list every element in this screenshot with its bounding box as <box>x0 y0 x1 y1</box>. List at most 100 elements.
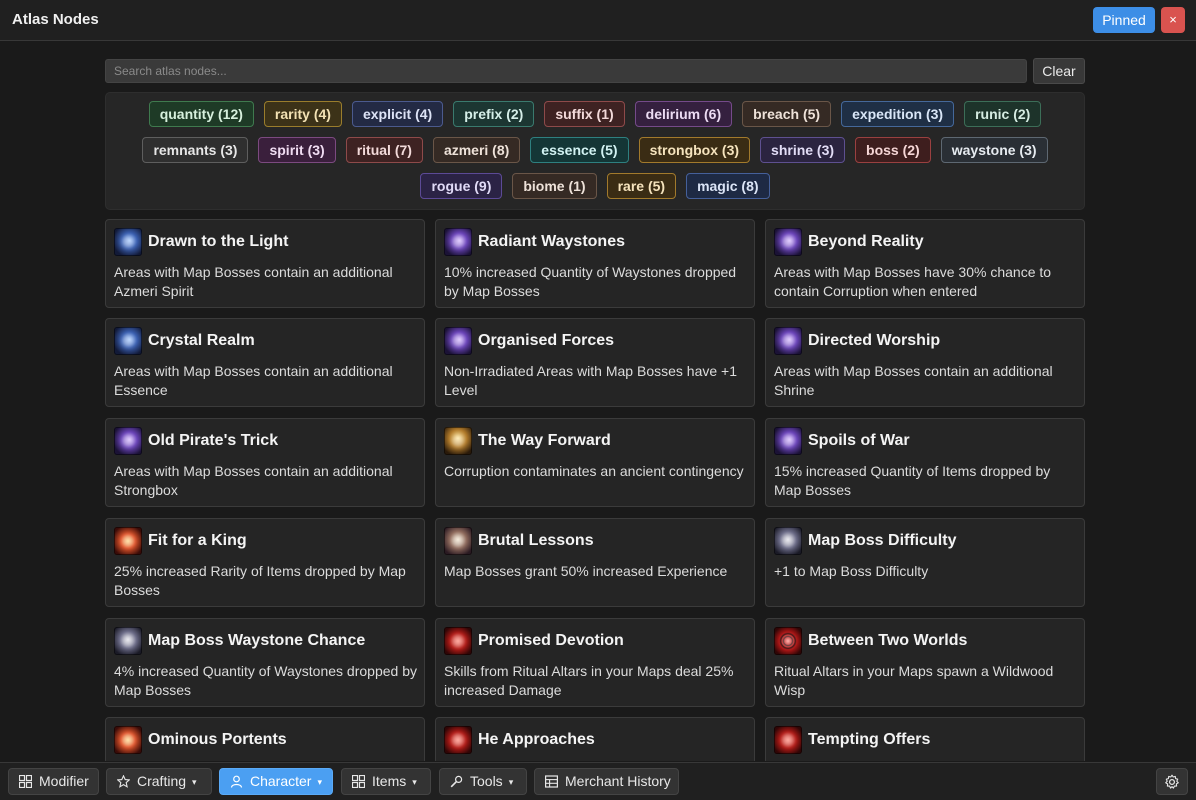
atlas-node-card[interactable]: He Approaches <box>435 717 755 761</box>
crystal-icon <box>114 327 142 355</box>
card-description: +1 to Map Boss Difficulty <box>774 563 929 579</box>
card-title: Map Boss Difficulty <box>808 532 957 549</box>
ritual-altar-icon <box>444 627 472 655</box>
atlas-node-card[interactable]: Tempting Offers <box>765 717 1085 761</box>
atlas-node-card[interactable]: Fit for a King 25% increased Rarity of I… <box>105 518 425 607</box>
tag-filter-panel: quantity (12) rarity (4) explicit (4) pr… <box>105 92 1085 210</box>
boss-difficulty-icon <box>774 527 802 555</box>
gold-path-icon <box>444 427 472 455</box>
star-icon <box>117 775 130 788</box>
card-title: The Way Forward <box>478 432 611 449</box>
chevron-down-icon: ▾ <box>317 777 322 787</box>
card-title: Fit for a King <box>148 532 247 549</box>
chevron-down-icon: ▾ <box>412 777 417 787</box>
tag-biome[interactable]: biome (1) <box>512 173 597 199</box>
atlas-node-card[interactable]: Beyond Reality Areas with Map Bosses hav… <box>765 219 1085 308</box>
tag-strongbox[interactable]: strongbox (3) <box>638 137 751 163</box>
card-title: Radiant Waystones <box>478 233 625 250</box>
card-description: 10% increased Quantity of Waystones drop… <box>444 264 737 299</box>
modifier-button[interactable]: Modifier <box>8 768 99 795</box>
bottom-nav: Modifier Crafting ▾ Character ▾ Items ▾ Too… <box>0 762 1196 800</box>
atlas-node-card[interactable]: Radiant Waystones 10% increased Quantity… <box>435 219 755 308</box>
grid-icon <box>19 775 32 788</box>
close-button[interactable]: × <box>1161 7 1185 33</box>
atlas-node-card[interactable]: Map Boss Difficulty +1 to Map Boss Diffi… <box>765 518 1085 607</box>
card-title: Map Boss Waystone Chance <box>148 632 366 649</box>
card-description: 15% increased Quantity of Items dropped … <box>774 463 1051 498</box>
character-label: Character <box>250 773 312 789</box>
tag-runic[interactable]: runic (2) <box>964 101 1042 127</box>
tag-quantity[interactable]: quantity (12) <box>148 101 254 127</box>
tag-rogue[interactable]: rogue (9) <box>420 173 503 199</box>
card-title: Old Pirate's Trick <box>148 432 279 449</box>
tools-button[interactable]: Tools ▾ <box>439 768 527 795</box>
crafting-button[interactable]: Crafting ▾ <box>106 768 212 795</box>
tag-essence[interactable]: essence (5) <box>530 137 629 163</box>
tag-rarity[interactable]: rarity (4) <box>263 101 342 127</box>
card-title: Organised Forces <box>478 332 615 349</box>
card-title: Spoils of War <box>808 432 910 449</box>
tag-delirium[interactable]: delirium (6) <box>634 101 733 127</box>
violet-waystone-icon <box>444 228 472 256</box>
atlas-node-card[interactable]: Map Boss Waystone Chance 4% increased Qu… <box>105 618 425 707</box>
tag-shrine[interactable]: shrine (3) <box>760 137 846 163</box>
atlas-node-card[interactable]: Crystal Realm Areas with Map Bosses cont… <box>105 318 425 407</box>
card-title: Crystal Realm <box>148 332 255 349</box>
tag-rare[interactable]: rare (5) <box>606 173 677 199</box>
atlas-node-card[interactable]: The Way Forward Corruption contaminates … <box>435 418 755 507</box>
crafting-label: Crafting <box>137 773 187 789</box>
tag-waystone[interactable]: waystone (3) <box>940 137 1048 163</box>
tag-explicit[interactable]: explicit (4) <box>351 101 444 127</box>
user-icon <box>230 775 243 788</box>
pinned-button[interactable]: Pinned <box>1093 7 1155 33</box>
atlas-node-card[interactable]: Organised Forces Non-Irradiated Areas wi… <box>435 318 755 407</box>
bone-icon <box>444 527 472 555</box>
spoils-icon <box>774 427 802 455</box>
violet-forces-icon <box>444 327 472 355</box>
tag-boss[interactable]: boss (2) <box>855 137 931 163</box>
tag-remnants[interactable]: remnants (3) <box>142 137 249 163</box>
atlas-node-grid: Drawn to the Light Areas with Map Bosses… <box>105 219 1085 761</box>
items-label: Items <box>372 773 407 789</box>
card-title: Directed Worship <box>808 332 941 349</box>
card-description: Non-Irradiated Areas with Map Bosses hav… <box>444 363 737 398</box>
tag-ritual[interactable]: ritual (7) <box>345 137 423 163</box>
atlas-node-card[interactable]: Between Two Worlds Ritual Altars in your… <box>765 618 1085 707</box>
merchant-history-button[interactable]: Merchant History <box>534 768 679 795</box>
card-description: Areas with Map Bosses contain an additio… <box>774 363 1053 398</box>
tag-prefix[interactable]: prefix (2) <box>453 101 535 127</box>
atlas-node-card[interactable]: Brutal Lessons Map Bosses grant 50% incr… <box>435 518 755 607</box>
atlas-node-card[interactable]: Drawn to the Light Areas with Map Bosses… <box>105 219 425 308</box>
clear-button[interactable]: Clear <box>1033 58 1085 84</box>
items-button[interactable]: Items ▾ <box>341 768 431 795</box>
atlas-node-card[interactable]: Old Pirate's Trick Areas with Map Bosses… <box>105 418 425 507</box>
card-title: He Approaches <box>478 731 595 748</box>
crown-fire-icon <box>114 527 142 555</box>
card-description: Corruption contaminates an ancient conti… <box>444 463 744 479</box>
card-title: Tempting Offers <box>808 731 931 748</box>
settings-button[interactable] <box>1156 768 1188 795</box>
card-description: Skills from Ritual Altars in your Maps d… <box>444 663 734 698</box>
card-description: Areas with Map Bosses have 30% chance to… <box>774 264 1052 299</box>
atlas-node-card[interactable]: Directed Worship Areas with Map Bosses c… <box>765 318 1085 407</box>
offer-icon <box>774 726 802 754</box>
card-title: Ominous Portents <box>148 731 287 748</box>
atlas-node-card[interactable]: Spoils of War 15% increased Quantity of … <box>765 418 1085 507</box>
tag-breach[interactable]: breach (5) <box>742 101 832 127</box>
card-title: Promised Devotion <box>478 632 624 649</box>
tools-label: Tools <box>470 773 503 789</box>
tag-expedition[interactable]: expedition (3) <box>841 101 955 127</box>
character-button[interactable]: Character ▾ <box>219 768 333 795</box>
card-description: 4% increased Quantity of Waystones dropp… <box>114 663 417 698</box>
tag-suffix[interactable]: suffix (1) <box>544 101 625 127</box>
chevron-down-icon: ▾ <box>508 777 514 787</box>
tag-azmeri[interactable]: azmeri (8) <box>432 137 521 163</box>
search-input[interactable]: Search atlas nodes... <box>105 59 1027 83</box>
title-bar: Atlas Nodes Pinned × <box>0 0 1196 41</box>
tag-magic[interactable]: magic (8) <box>686 173 770 199</box>
card-description: Ritual Altars in your Maps spawn a Wildw… <box>774 663 1054 698</box>
tag-spirit[interactable]: spirit (3) <box>258 137 336 163</box>
app-title: Atlas Nodes <box>12 11 99 28</box>
atlas-node-card[interactable]: Promised Devotion Skills from Ritual Alt… <box>435 618 755 707</box>
atlas-node-card[interactable]: Ominous Portents <box>105 717 425 761</box>
